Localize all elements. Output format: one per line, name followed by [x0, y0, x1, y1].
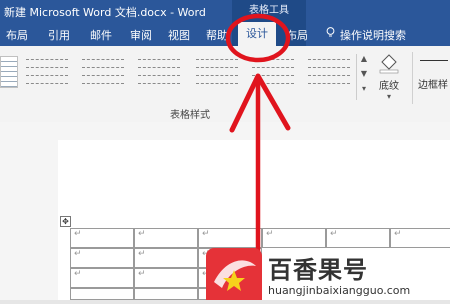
watermark: 百香果号 huangjinbaixiangguo.com: [206, 248, 450, 300]
brand-logo-icon: [206, 248, 262, 300]
watermark-url: huangjinbaixiangguo.com: [268, 284, 411, 297]
highlight-circle: [225, 13, 291, 63]
watermark-brand: 百香果号: [268, 256, 368, 284]
